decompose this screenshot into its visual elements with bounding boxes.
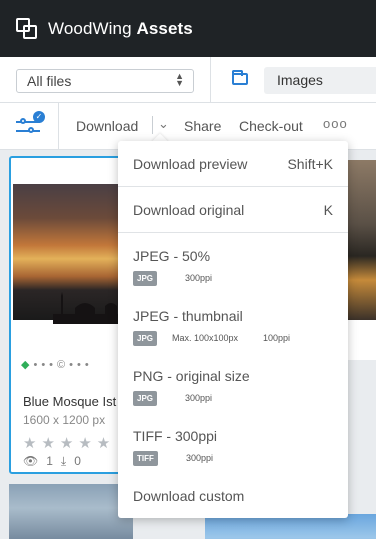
woodwing-logo-icon xyxy=(16,17,38,40)
location-value: Images xyxy=(277,72,323,88)
copyright-icon: © xyxy=(57,359,70,371)
menu-item-label: Download preview xyxy=(133,156,248,172)
preset-label: TIFF - 300ppi xyxy=(133,428,218,444)
filter-active-check-icon: ✓ xyxy=(33,111,45,123)
menu-item-label: Download original xyxy=(133,202,245,218)
app-title: WoodWing Assets xyxy=(48,19,193,39)
divider xyxy=(58,103,59,150)
downloads-icon: ⤓ xyxy=(60,454,67,468)
filter-settings-button[interactable]: ✓ xyxy=(16,111,46,141)
scope-select-value: All files xyxy=(27,73,72,89)
views-count: 1 xyxy=(46,454,53,468)
divider xyxy=(210,57,211,103)
preset-resolution: 300ppi xyxy=(185,273,213,283)
menu-item-shortcut: Shift+K xyxy=(287,156,333,172)
menu-item-download-custom[interactable]: Download custom xyxy=(118,475,348,515)
checkout-button[interactable]: Check-out xyxy=(239,118,303,134)
preset-label: JPEG - 50% xyxy=(133,248,211,264)
asset-dimensions: 1600 x 1200 px xyxy=(23,413,106,427)
rating-stars[interactable]: ★★★★★ xyxy=(23,434,115,452)
format-badge: JPG xyxy=(133,271,158,286)
folder-icon[interactable] xyxy=(232,70,248,85)
more-options-icon[interactable]: ooo xyxy=(323,116,348,131)
menu-divider xyxy=(118,232,348,233)
asset-thumbnail xyxy=(13,184,131,324)
location-field[interactable]: Images xyxy=(264,67,376,94)
download-menu: Download preview Shift+K Download origin… xyxy=(118,141,348,518)
asset-card[interactable] xyxy=(344,160,376,360)
download-button[interactable]: Download xyxy=(76,118,138,134)
menu-item-preset[interactable]: PNG - original size JPG 300ppi xyxy=(118,355,348,411)
asset-card[interactable]: ◆•••©••• Blue Mosque Ist 1600 x 1200 px … xyxy=(9,156,133,474)
preset-resolution: 100ppi xyxy=(263,333,291,343)
preset-resolution: 300ppi xyxy=(185,393,213,403)
menu-item-download-original[interactable]: Download original K xyxy=(118,189,348,229)
preset-size: Max. 100x100px xyxy=(172,333,239,343)
preset-label: PNG - original size xyxy=(133,368,250,384)
menu-divider xyxy=(118,186,348,187)
menu-item-preset[interactable]: JPEG - 50% JPG 300ppi xyxy=(118,235,348,291)
format-badge: JPG xyxy=(133,391,158,406)
downloads-count: 0 xyxy=(74,454,81,468)
brand-light: WoodWing xyxy=(48,18,132,38)
scope-select[interactable]: All files ▲ ▼ xyxy=(16,69,194,93)
select-arrows-icon: ▲ ▼ xyxy=(175,71,184,88)
download-menu-chevron-icon[interactable]: ⌄ xyxy=(152,116,169,134)
asset-tags: ◆•••©••• xyxy=(21,359,93,371)
filter-bar: All files ▲ ▼ Images xyxy=(0,57,376,103)
menu-item-download-preview[interactable]: Download preview Shift+K xyxy=(118,143,348,183)
preset-label: JPEG - thumbnail xyxy=(133,308,243,324)
app-header: WoodWing Assets xyxy=(0,0,376,57)
asset-thumbnail[interactable] xyxy=(9,484,133,539)
share-button[interactable]: Share xyxy=(184,118,221,134)
menu-item-preset[interactable]: JPEG - thumbnail JPG Max. 100x100px 100p… xyxy=(118,295,348,351)
tag-icon[interactable]: ◆ xyxy=(21,359,33,371)
menu-item-preset[interactable]: TIFF - 300ppi TIFF 300ppi xyxy=(118,415,348,471)
asset-stats: 👁 1 ⤓ 0 xyxy=(23,454,81,469)
asset-name[interactable]: Blue Mosque Ist xyxy=(23,394,116,409)
preset-resolution: 300ppi xyxy=(186,453,214,463)
menu-item-label: Download custom xyxy=(133,488,245,504)
menu-item-shortcut: K xyxy=(323,202,333,218)
format-badge: TIFF xyxy=(133,451,158,466)
asset-thumbnail xyxy=(344,160,376,320)
views-icon: 👁 xyxy=(23,454,39,468)
format-badge: JPG xyxy=(133,331,158,346)
brand-bold: Assets xyxy=(136,18,193,38)
